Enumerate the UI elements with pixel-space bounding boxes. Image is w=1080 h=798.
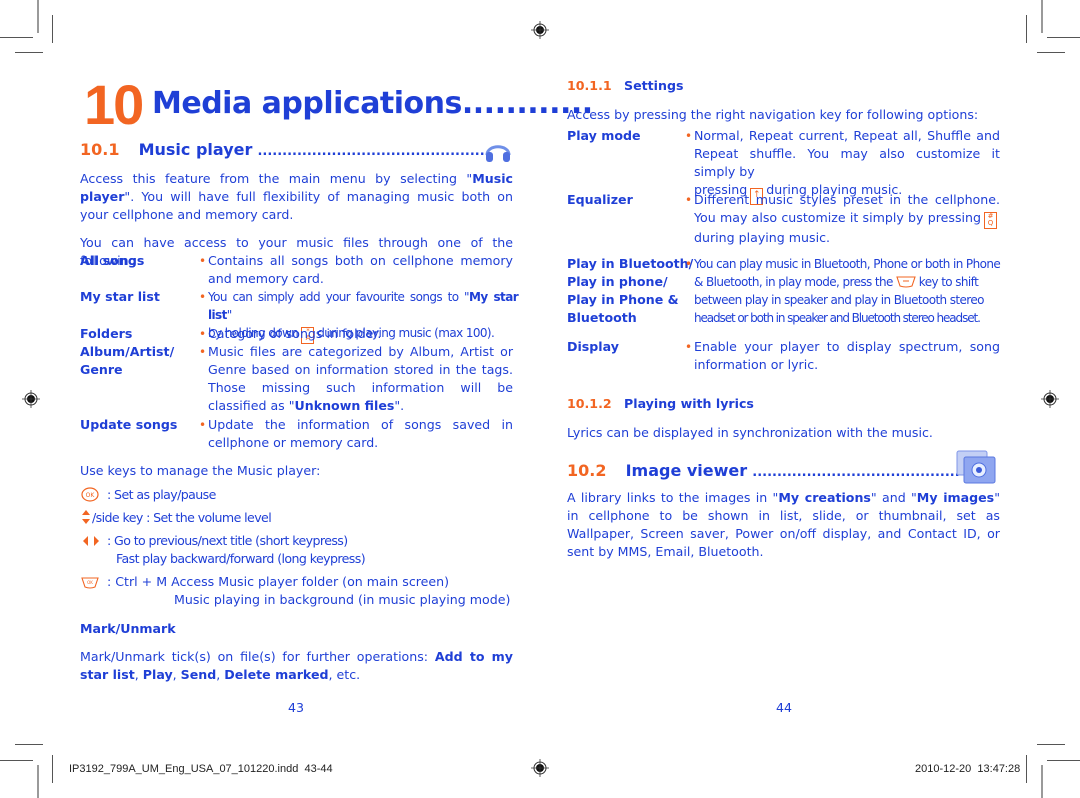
item-label-my-star-list: My star list [80, 289, 160, 304]
keys-intro: Use keys to manage the Music player: [80, 463, 321, 478]
image-viewer-paragraph: A library links to the images in "My cre… [567, 490, 1000, 559]
crop-mark [1037, 52, 1065, 53]
crop-mark [1037, 744, 1065, 745]
chapter-number: 10 [84, 73, 144, 136]
registration-mark-icon [22, 390, 40, 408]
bullet: • [199, 345, 207, 359]
crop-mark [0, 760, 33, 761]
bullet: • [199, 327, 207, 341]
crop-mark [1041, 0, 1043, 33]
page-number-left: 43 [288, 700, 305, 715]
option-label-play-in-bluetooth: Play in Bluetooth/ Play in phone/ Play i… [567, 256, 694, 325]
footer-timestamp: 2010-12-20 13:47:28 [915, 763, 1021, 775]
item-text-folders: Category of songs in folder. [208, 326, 382, 341]
key-text-ctrl-m: : Ctrl + M Access Music player folder (o… [107, 574, 511, 607]
bullet: • [685, 193, 693, 207]
up-down-key-icon [82, 510, 90, 524]
mark-unmark-heading: Mark/Unmark [80, 621, 176, 636]
crop-mark [37, 765, 39, 798]
key-text-prev-next: : Go to previous/next title (short keypr… [107, 533, 366, 566]
option-text-equalizer: Different music styles preset in the cel… [694, 192, 1000, 245]
crop-mark [52, 755, 53, 783]
crop-mark [1047, 37, 1080, 38]
key-text-volume: /side key : Set the volume level [92, 510, 272, 525]
ok-key-icon: OK [81, 487, 99, 502]
bullet: • [685, 129, 693, 143]
item-label-folders: Folders [80, 326, 133, 341]
bullet: • [199, 290, 207, 304]
lyrics-paragraph: Lyrics can be displayed in synchronizati… [567, 425, 933, 440]
page-number-right: 44 [776, 700, 793, 715]
section-heading-music-player: 10.1 Music player ......................… [80, 140, 485, 159]
item-text-album-artist-genre: Music files are categorized by Album, Ar… [208, 344, 513, 413]
message-key-icon: OK [81, 577, 99, 589]
image-viewer-icon [956, 450, 996, 484]
option-text-play-in-bluetooth: You can play music in Bluetooth, Phone o… [694, 257, 1001, 325]
option-label-display: Display [567, 339, 619, 354]
item-text-all-songs: Contains all songs both on cellphone mem… [208, 253, 513, 286]
crop-mark [1026, 755, 1027, 783]
crop-mark [15, 52, 43, 53]
crop-mark [15, 744, 43, 745]
item-label-album-artist-genre: Album/Artist/Genre [80, 344, 175, 377]
mark-unmark-paragraph: Mark/Unmark tick(s) on file(s) for furth… [80, 649, 513, 682]
item-text-update-songs: Update the information of songs saved in… [208, 417, 513, 450]
headphones-icon [485, 145, 511, 162]
hash-key-icon: # Q [984, 212, 997, 229]
option-label-equalizer: Equalizer [567, 192, 633, 207]
registration-mark-icon [1041, 390, 1059, 408]
crop-mark [1041, 765, 1043, 798]
registration-mark-icon [531, 21, 549, 39]
music-intro-paragraph: Access this feature from the main menu b… [80, 171, 513, 222]
subsection-heading-lyrics: 10.1.2 Playing with lyrics [567, 396, 754, 411]
crop-mark [1047, 760, 1080, 761]
registration-mark-icon [531, 759, 549, 777]
left-right-key-icon [83, 536, 99, 546]
key-text-play-pause: : Set as play/pause [107, 487, 216, 502]
option-label-play-mode: Play mode [567, 128, 641, 143]
item-label-all-songs: All songs [80, 253, 145, 268]
item-label-update-songs: Update songs [80, 417, 178, 432]
settings-intro: Access by pressing the right navigation … [567, 107, 979, 122]
crop-mark [0, 37, 33, 38]
section-heading-image-viewer: 10.2 Image viewer ......................… [567, 461, 960, 480]
crop-mark [37, 0, 39, 33]
svg-text:OK: OK [86, 492, 96, 499]
option-text-display: Enable your player to display spectrum, … [694, 339, 1000, 372]
bullet: • [199, 418, 207, 432]
bullet: • [685, 340, 693, 354]
subsection-heading-settings: 10.1.1 Settings [567, 78, 684, 93]
bullet: • [685, 257, 693, 271]
crop-mark [1026, 15, 1027, 43]
footer-filename: IP3192_799A_UM_Eng_USA_07_101220.indd 43… [69, 763, 333, 775]
caps-key-icon [896, 276, 916, 288]
bullet: • [199, 254, 207, 268]
chapter-title: Media applications............ [152, 86, 593, 121]
crop-mark [52, 15, 53, 43]
svg-text:OK: OK [87, 580, 93, 585]
